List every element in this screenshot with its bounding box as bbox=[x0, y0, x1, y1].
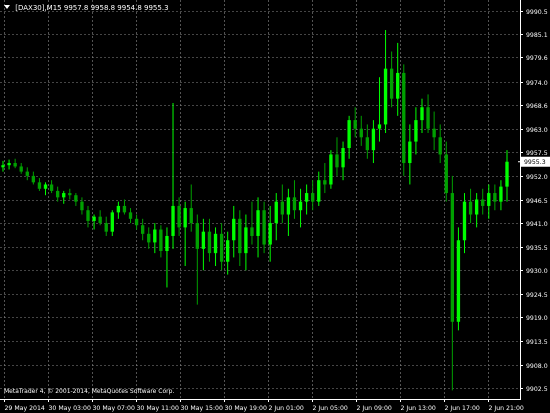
x-tick-label: 29 May 2014 bbox=[5, 405, 45, 412]
y-tick-label: 9924.5 bbox=[526, 292, 548, 299]
y-tick-label: 9946.5 bbox=[526, 198, 548, 205]
x-tick-label: 30 May 03:00 bbox=[49, 405, 91, 412]
y-tick-label: 9974.0 bbox=[526, 80, 548, 87]
plot-frame bbox=[0, 0, 521, 400]
chart-header: [DAX30],M15 9957.8 9958.8 9954.8 9955.3 bbox=[4, 4, 169, 12]
x-tick-label: 2 Jun 17:00 bbox=[445, 405, 480, 412]
y-tick-label: 9979.6 bbox=[526, 55, 548, 62]
x-tick-label: 2 Jun 05:00 bbox=[313, 405, 348, 412]
x-tick-label: 30 May 07:00 bbox=[93, 405, 135, 412]
x-tick-label: 30 May 11:00 bbox=[137, 405, 179, 412]
y-tick-label: 9963.0 bbox=[526, 127, 548, 134]
y-tick-label: 9968.6 bbox=[526, 103, 548, 110]
y-tick-label: 9952.0 bbox=[526, 174, 548, 181]
y-tick-label: 9935.5 bbox=[526, 245, 548, 252]
y-tick-label: 9957.5 bbox=[526, 150, 548, 157]
x-tick-label: 2 Jun 21:00 bbox=[489, 405, 524, 412]
y-tick-label: 9941.0 bbox=[526, 221, 548, 228]
x-tick-label: 2 Jun 13:00 bbox=[401, 405, 436, 412]
symbol-label: [DAX30],M15 bbox=[15, 4, 62, 12]
y-tick-label: 9990.5 bbox=[526, 9, 548, 16]
y-tick-label: 9985.1 bbox=[526, 32, 548, 39]
ohlc-values: 9957.8 9958.8 9954.8 9955.3 bbox=[63, 4, 169, 12]
current-price-label: 9955.3 bbox=[524, 159, 546, 166]
x-tick-label: 30 May 19:00 bbox=[225, 405, 267, 412]
copyright-text: MetaTrader 4, © 2001-2014, MetaQuotes So… bbox=[4, 388, 175, 395]
y-tick-label: 9913.5 bbox=[526, 339, 548, 346]
y-tick-label: 9919.0 bbox=[526, 315, 548, 322]
y-tick-label: 9930.0 bbox=[526, 268, 548, 275]
y-tick-label: 9902.5 bbox=[526, 386, 548, 393]
x-tick-label: 2 Jun 01:00 bbox=[269, 405, 304, 412]
triangle-down-icon[interactable] bbox=[4, 5, 10, 9]
y-tick-label: 9908.0 bbox=[526, 363, 548, 370]
chart-window[interactable]: 9990.5 9985.1 9979.6 9974.0 9968.6 9963.0 9957… bbox=[0, 0, 550, 413]
x-tick-label: 2 Jun 09:00 bbox=[357, 405, 392, 412]
x-tick-label: 30 May 15:00 bbox=[181, 405, 223, 412]
